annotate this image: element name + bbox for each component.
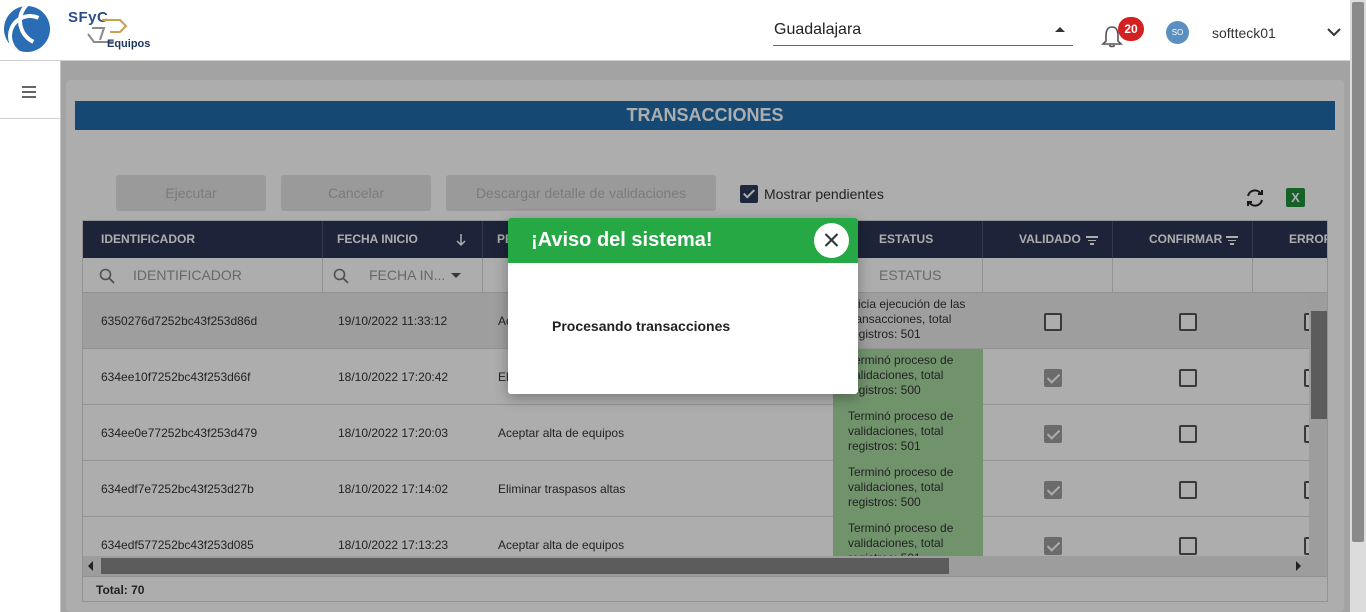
close-icon[interactable] <box>814 223 849 258</box>
notification-badge: 20 <box>1118 17 1144 41</box>
dialog-message: Procesando transacciones <box>552 318 731 334</box>
branch-value: Guadalajara <box>774 21 862 38</box>
avatar[interactable]: SO <box>1166 21 1189 44</box>
username[interactable]: softteck01 <box>1212 25 1276 41</box>
top-bar: SFyC Equipos Guadalajara 20 SO softteck0… <box>0 0 1350 61</box>
system-notice-dialog: ¡Aviso del sistema! Procesando transacci… <box>508 218 858 394</box>
chevron-down-icon[interactable] <box>1326 24 1342 40</box>
branch-select[interactable]: Guadalajara <box>773 15 1073 46</box>
app-subtitle: Equipos <box>107 38 151 50</box>
menu-icon[interactable] <box>22 86 36 98</box>
caret-up-icon <box>1055 27 1065 32</box>
sidebar-divider <box>0 118 60 119</box>
page-scrollbar[interactable] <box>1350 0 1366 612</box>
company-logo[interactable] <box>4 6 50 52</box>
sidebar <box>0 61 61 612</box>
dialog-title: ¡Aviso del sistema! <box>508 218 858 263</box>
